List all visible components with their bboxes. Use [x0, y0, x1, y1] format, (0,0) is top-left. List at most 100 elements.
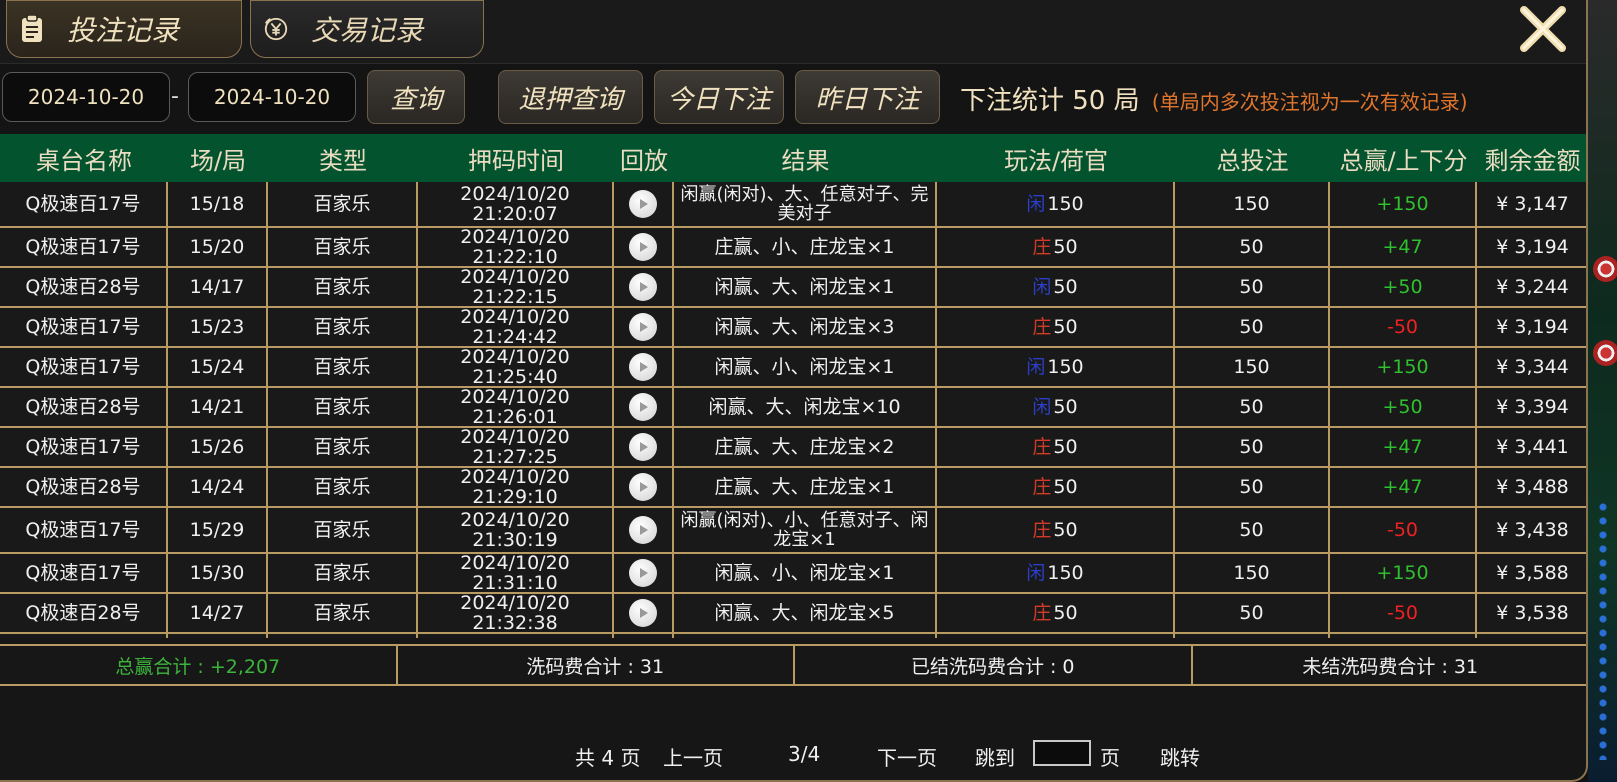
play-replay-icon[interactable]: [629, 559, 657, 587]
play-replay-icon[interactable]: [629, 473, 657, 501]
bet-side-label: 闲: [1026, 356, 1046, 378]
tab-bet-records[interactable]: 投注记录: [6, 0, 242, 58]
cell-bet-time: 2024/10/20 21:25:40: [418, 347, 614, 387]
cell-table-name: Q极速百17号: [0, 348, 168, 386]
tab-bar: 投注记录 交易记录: [0, 0, 1586, 64]
table-row[interactable]: Q极速百28号 14/21 百家乐 2024/10/20 21:26:01 闲赢、大、闲…: [0, 387, 1586, 428]
play-replay-icon[interactable]: [629, 233, 657, 261]
cell-replay[interactable]: [614, 228, 674, 266]
bet-statistics: 下注统计 50 局 (单局内多次投注视为一次有效记录): [960, 80, 1468, 117]
cell-type: 百家乐: [268, 228, 418, 266]
start-date-input[interactable]: 2024-10-20: [2, 72, 170, 122]
cell-play: 闲 150: [937, 554, 1175, 592]
cell-table-name: Q极速百28号: [0, 594, 168, 632]
tab-bet-records-label: 投注记录: [67, 14, 180, 47]
refund-query-button[interactable]: 退押查询: [498, 70, 643, 124]
tab-transaction-records[interactable]: 交易记录: [250, 0, 484, 58]
cell-balance: ¥ 3,441: [1496, 436, 1569, 458]
background-game-table: [1588, 0, 1617, 782]
prev-page-link[interactable]: 上一页: [663, 742, 723, 771]
column-header-balance: 剩余金额: [1484, 146, 1581, 175]
cell-replay[interactable]: [614, 428, 674, 466]
table-row[interactable]: Q极速百17号 15/18 百家乐 2024/10/20 21:20:07 闲赢(闲对)…: [0, 182, 1586, 228]
query-button[interactable]: 查询: [367, 70, 465, 124]
table-row[interactable]: Q极速百17号 15/30 百家乐 2024/10/20 21:31:10 闲赢、小、闲…: [0, 553, 1586, 594]
cell-play: 庄 50: [937, 468, 1175, 506]
cell-win: -50: [1330, 508, 1477, 552]
unsettled-rebate-summary: 未结洗码费合计 : 31: [1302, 655, 1479, 678]
bet-statistics-note: (单局内多次投注视为一次有效记录): [1151, 90, 1468, 114]
cell-balance: ¥ 3,194: [1496, 316, 1569, 338]
play-replay-icon[interactable]: [629, 273, 657, 301]
play-replay-icon[interactable]: [629, 433, 657, 461]
yesterday-bets-button[interactable]: 昨日下注: [795, 70, 940, 124]
cell-replay[interactable]: [614, 594, 674, 632]
table-row[interactable]: Q极速百17号 15/24 百家乐 2024/10/20 21:25:40 闲赢、小、闲…: [0, 347, 1586, 388]
play-replay-icon[interactable]: [629, 190, 657, 218]
cell-replay[interactable]: [614, 268, 674, 306]
cell-round: 15/26: [168, 428, 268, 466]
table-header: 桌台名称 场/局 类型 押码时间 回放 结果 玩法/荷官 总投注 总赢/上下分 剩余金额: [0, 134, 1586, 182]
cell-replay[interactable]: [614, 468, 674, 506]
play-replay-icon[interactable]: [629, 516, 657, 544]
cell-round: 15/23: [168, 308, 268, 346]
cell-total-bet: 150: [1175, 182, 1330, 226]
jump-button[interactable]: 跳转: [1160, 742, 1200, 771]
cell-table-name: Q极速百17号: [0, 308, 168, 346]
cell-result: 闲赢、小、闲龙宝×1: [674, 348, 937, 386]
close-button[interactable]: [1514, 2, 1572, 56]
cell-replay[interactable]: [614, 348, 674, 386]
cell-type: 百家乐: [268, 388, 418, 426]
cell-play: 闲 150: [937, 182, 1175, 226]
table-row[interactable]: Q极速百28号 14/17 百家乐 2024/10/20 21:22:15 闲赢、大、闲…: [0, 267, 1586, 308]
cell-type: 百家乐: [268, 308, 418, 346]
cell-play: 庄 50: [937, 428, 1175, 466]
cell-table-name: Q极速百17号: [0, 428, 168, 466]
empty-cell: [268, 634, 418, 638]
current-page: 3/4: [788, 742, 821, 766]
bet-side-label: 庄: [1032, 436, 1052, 458]
table-row[interactable]: Q极速百17号 15/26 百家乐 2024/10/20 21:27:25 庄赢、大、庄…: [0, 427, 1586, 468]
cell-result: 闲赢、大、闲龙宝×3: [674, 308, 937, 346]
play-replay-icon[interactable]: [629, 599, 657, 627]
cell-replay[interactable]: [614, 308, 674, 346]
cell-replay[interactable]: [614, 554, 674, 592]
table-row[interactable]: Q极速百28号 14/27 百家乐 2024/10/20 21:32:38 闲赢、大、闲…: [0, 593, 1586, 634]
bet-records-dialog: 投注记录 交易记录 2024-10-20 - 2024-10-20 查询 退押查…: [0, 0, 1588, 782]
table-row[interactable]: Q极速百28号 14/24 百家乐 2024/10/20 21:29:10 庄赢、大、庄…: [0, 467, 1586, 508]
cell-win: +47: [1330, 468, 1477, 506]
cell-balance: ¥ 3,194: [1496, 236, 1569, 258]
table-row[interactable]: [0, 634, 1586, 638]
cell-result: 闲赢(闲对)、小、任意对子、闲龙宝×1: [674, 508, 937, 552]
play-replay-icon[interactable]: [629, 353, 657, 381]
play-replay-icon[interactable]: [629, 393, 657, 421]
today-bets-button[interactable]: 今日下注: [654, 70, 784, 124]
cell-replay[interactable]: [614, 388, 674, 426]
column-header-total-win: 总赢/上下分: [1339, 146, 1468, 175]
bet-side-label: 庄: [1032, 602, 1052, 624]
cell-table-name: Q极速百28号: [0, 468, 168, 506]
bet-amount: 50: [1053, 396, 1078, 418]
next-page-link[interactable]: 下一页: [877, 742, 937, 771]
cell-bet-time: 2024/10/20 21:30:19: [418, 508, 614, 552]
cell-round: 14/27: [168, 594, 268, 632]
cell-replay[interactable]: [614, 508, 674, 552]
cell-replay[interactable]: [614, 182, 674, 226]
bet-amount: 150: [1047, 562, 1084, 584]
clipboard-icon: [19, 15, 45, 43]
cell-total-bet: 50: [1175, 268, 1330, 306]
column-header-table-name: 桌台名称: [36, 146, 132, 175]
cell-result: 闲赢、大、闲龙宝×10: [674, 388, 937, 426]
play-replay-icon[interactable]: [629, 313, 657, 341]
table-row[interactable]: Q极速百17号 15/29 百家乐 2024/10/20 21:30:19 闲赢(闲对)…: [0, 508, 1586, 554]
table-row[interactable]: Q极速百17号 15/20 百家乐 2024/10/20 21:22:10 庄赢、小、庄…: [0, 227, 1586, 268]
cell-table-name: Q极速百17号: [0, 508, 168, 552]
table-row[interactable]: Q极速百17号 15/23 百家乐 2024/10/20 21:24:42 闲赢、大、闲…: [0, 307, 1586, 348]
filter-bar: 2024-10-20 - 2024-10-20 查询 退押查询 今日下注 昨日下…: [0, 64, 1586, 134]
bet-side-label: 闲: [1026, 193, 1046, 215]
end-date-input[interactable]: 2024-10-20: [188, 72, 356, 122]
empty-cell: [674, 634, 937, 638]
page-number-input[interactable]: [1033, 740, 1091, 766]
summary-bar: 总赢合计 : +2,207 洗码费合计 : 31 已结洗码费合计 : 0 未结洗…: [0, 644, 1586, 686]
cell-type: 百家乐: [268, 268, 418, 306]
